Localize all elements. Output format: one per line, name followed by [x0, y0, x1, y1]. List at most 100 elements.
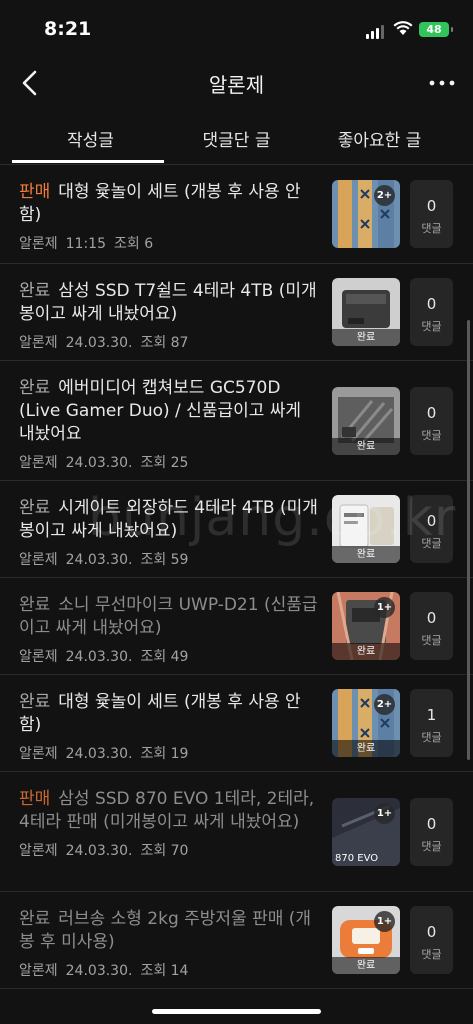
- comment-count-box[interactable]: 0 댓글: [410, 592, 453, 660]
- post-status-badge: 완료: [19, 498, 51, 518]
- post-meta: 알론제 11:15 조회 6: [19, 233, 321, 253]
- post-date: 11:15: [65, 236, 106, 252]
- post-author: 알론제: [19, 843, 58, 859]
- post-meta: 알론제 24.03.30. 조회 87: [19, 332, 321, 352]
- post-views: 조회 25: [140, 455, 189, 471]
- comment-count: 0: [426, 609, 437, 627]
- post-item[interactable]: 완료 대형 윷놀이 세트 (개봉 후 사용 안함) 알론제 24.03.30. 조회 1…: [0, 675, 473, 772]
- post-views: 조회 19: [140, 746, 189, 762]
- comment-count-box[interactable]: 0 댓글: [410, 798, 453, 866]
- post-thumbnail[interactable]: 1+ 완료: [332, 592, 400, 660]
- photo-count-badge: 1+: [374, 911, 395, 932]
- post-date: 24.03.30.: [65, 843, 133, 859]
- post-status-badge: 완료: [19, 909, 51, 929]
- top-bar: 알론제: [0, 56, 473, 110]
- photo-count-badge: 1+: [374, 803, 395, 824]
- post-author: 알론제: [19, 552, 58, 568]
- comment-label: 댓글: [421, 634, 442, 647]
- status-bar: 8:21 48: [0, 0, 473, 56]
- post-item[interactable]: 완료 삼성 SSD T7쉴드 4테라 4TB (미개봉이고 싸게 내놨어요) 알론제…: [0, 264, 473, 361]
- post-meta: 알론제 24.03.30. 조회 70: [19, 840, 321, 860]
- post-text: 완료 소니 무선마이크 UWP-D21 (신품급이고 싸게 내놨어요) 알론제 24.…: [19, 594, 321, 666]
- photo-count-badge: 2+: [374, 694, 395, 715]
- post-text: 완료 삼성 SSD T7쉴드 4테라 4TB (미개봉이고 싸게 내놨어요) 알론제…: [19, 280, 321, 352]
- post-item[interactable]: 판매 삼성 SSD 870 EVO 1테라, 2테라, 4테라 판매 (미개봉이고…: [0, 772, 473, 892]
- scrollbar[interactable]: [467, 320, 470, 760]
- post-author: 알론제: [19, 455, 58, 471]
- tab-commented-posts[interactable]: 댓글단 글: [158, 126, 315, 151]
- comment-label: 댓글: [421, 222, 442, 235]
- post-date: 24.03.30.: [65, 963, 133, 979]
- post-title-text: 대형 윷놀이 세트 (개봉 후 사용 안함): [19, 692, 301, 735]
- post-item[interactable]: 완료 에버미디어 캡쳐보드 GC570D (Live Gamer Duo) / 신…: [0, 361, 473, 481]
- post-status-badge: 판매: [19, 182, 51, 202]
- tab-my-posts[interactable]: 작성글: [12, 126, 169, 151]
- post-date: 24.03.30.: [65, 552, 133, 568]
- post-status-badge: 완료: [19, 378, 51, 398]
- post-author: 알론제: [19, 649, 58, 665]
- battery-indicator: 48: [419, 22, 453, 37]
- post-thumbnail[interactable]: 1+ 870 EVO: [332, 798, 400, 866]
- photo-count-badge: 2+: [374, 185, 395, 206]
- sold-overlay: 완료: [332, 329, 400, 346]
- post-text: 판매 삼성 SSD 870 EVO 1테라, 2테라, 4테라 판매 (미개봉이고…: [19, 788, 321, 860]
- post-title-text: 에버미디어 캡쳐보드 GC570D (Live Gamer Duo) / 신품급…: [19, 378, 302, 444]
- post-item[interactable]: 완료 소니 무선마이크 UWP-D21 (신품급이고 싸게 내놨어요) 알론제 24.…: [0, 578, 473, 675]
- post-list: 판매 대형 윷놀이 세트 (개봉 후 사용 안함) 알론제 11:15 조회 6 2+ 0 댓…: [0, 165, 473, 989]
- sold-overlay: 완료: [332, 643, 400, 660]
- post-date: 24.03.30.: [65, 649, 133, 665]
- post-title: 완료 에버미디어 캡쳐보드 GC570D (Live Gamer Duo) / 신…: [19, 377, 321, 446]
- more-options-icon[interactable]: [426, 70, 458, 96]
- comment-count-box[interactable]: 0 댓글: [410, 387, 453, 455]
- post-thumbnail[interactable]: 완료: [332, 278, 400, 346]
- home-indicator: [152, 1009, 321, 1014]
- thumbnail-caption: 870 EVO: [335, 853, 379, 864]
- comment-count-box[interactable]: 1 댓글: [410, 689, 453, 757]
- wifi-icon: [393, 21, 413, 35]
- post-status-badge: 완료: [19, 281, 51, 301]
- sold-overlay: 완료: [332, 740, 400, 757]
- comment-count: 0: [426, 923, 437, 941]
- post-thumbnail[interactable]: 2+ 완료: [332, 689, 400, 757]
- post-views: 조회 59: [140, 552, 189, 568]
- post-author: 알론제: [19, 746, 58, 762]
- post-text: 완료 에버미디어 캡쳐보드 GC570D (Live Gamer Duo) / 신…: [19, 377, 321, 472]
- post-meta: 알론제 24.03.30. 조회 14: [19, 960, 321, 980]
- post-text: 판매 대형 윷놀이 세트 (개봉 후 사용 안함) 알론제 11:15 조회 6: [19, 181, 321, 253]
- comment-label: 댓글: [421, 429, 442, 442]
- post-thumbnail[interactable]: 1+ 완료: [332, 906, 400, 974]
- post-date: 24.03.30.: [65, 746, 133, 762]
- post-title: 완료 대형 윷놀이 세트 (개봉 후 사용 안함): [19, 691, 321, 737]
- comment-count-box[interactable]: 0 댓글: [410, 906, 453, 974]
- tab-bar: 작성글 댓글단 글 좋아요한 글: [0, 110, 473, 165]
- post-views: 조회 6: [114, 236, 154, 252]
- active-tab-indicator: [12, 160, 164, 163]
- post-title-text: 대형 윷놀이 세트 (개봉 후 사용 안함): [19, 182, 301, 225]
- post-title: 완료 소니 무선마이크 UWP-D21 (신품급이고 싸게 내놨어요): [19, 594, 321, 640]
- post-title-text: 삼성 SSD 870 EVO 1테라, 2테라, 4테라 판매 (미개봉이고 싸…: [19, 789, 315, 832]
- tab-liked-posts[interactable]: 좋아요한 글: [301, 126, 458, 151]
- comment-label: 댓글: [421, 731, 442, 744]
- post-thumbnail[interactable]: 2+: [332, 180, 400, 248]
- post-title: 완료 삼성 SSD T7쉴드 4테라 4TB (미개봉이고 싸게 내놨어요): [19, 280, 321, 326]
- sold-overlay: 완료: [332, 438, 400, 455]
- post-author: 알론제: [19, 236, 58, 252]
- post-views: 조회 49: [140, 649, 189, 665]
- comment-count: 0: [426, 295, 437, 313]
- page-title: 알론제: [208, 73, 265, 97]
- watermark: bunjang.co.kr: [88, 488, 457, 548]
- post-author: 알론제: [19, 963, 58, 979]
- comment-count: 0: [426, 815, 437, 833]
- post-title-text: 러브송 소형 2kg 주방저울 판매 (개봉 후 미사용): [19, 909, 312, 952]
- comment-count-box[interactable]: 0 댓글: [410, 180, 453, 248]
- cellular-signal-icon: [366, 25, 384, 39]
- post-date: 24.03.30.: [65, 335, 133, 351]
- post-views: 조회 87: [140, 335, 189, 351]
- comment-count-box[interactable]: 0 댓글: [410, 278, 453, 346]
- post-thumbnail[interactable]: 완료: [332, 387, 400, 455]
- post-item[interactable]: 판매 대형 윷놀이 세트 (개봉 후 사용 안함) 알론제 11:15 조회 6 2+ 0 댓…: [0, 165, 473, 264]
- post-text: 완료 대형 윷놀이 세트 (개봉 후 사용 안함) 알론제 24.03.30. 조회 1…: [19, 691, 321, 763]
- post-item[interactable]: 완료 러브송 소형 2kg 주방저울 판매 (개봉 후 미사용) 알론제 24.03.…: [0, 892, 473, 989]
- post-title: 판매 대형 윷놀이 세트 (개봉 후 사용 안함): [19, 181, 321, 227]
- sold-overlay: 완료: [332, 546, 400, 563]
